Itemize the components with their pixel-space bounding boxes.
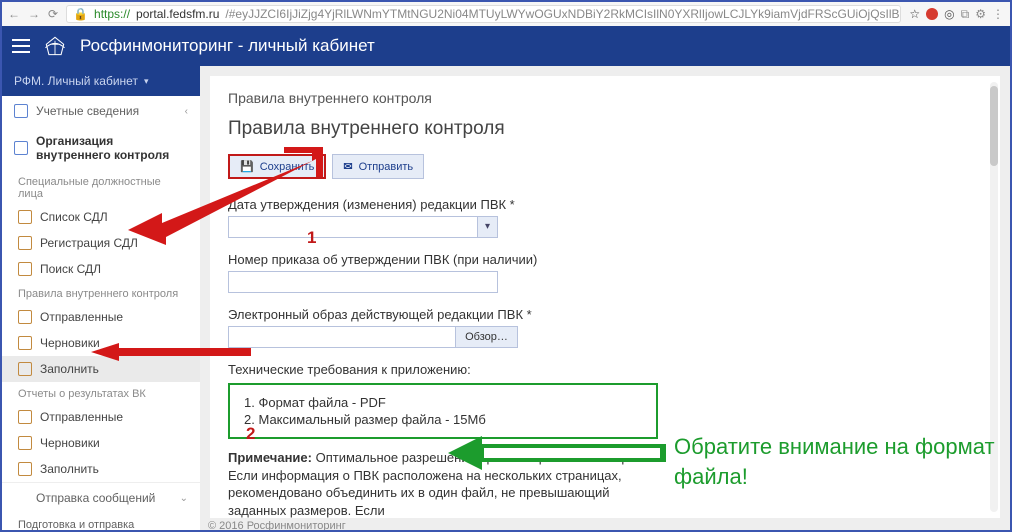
chevron-down-icon: ▾: [144, 76, 149, 87]
bookmark-icon[interactable]: ☆: [909, 7, 920, 21]
sidebar-item-vk-fill[interactable]: Заполнить: [2, 456, 200, 482]
mail-icon: ✉: [343, 160, 352, 173]
sidebar-item-vk-sent[interactable]: Отправленные: [2, 404, 200, 430]
extension-red-icon[interactable]: [926, 8, 938, 20]
footer-text: © 2016 Росфинмониторинг: [200, 518, 1010, 532]
field-label: Номер приказа об утверждении ПВК (при на…: [228, 252, 982, 267]
sidebar-section-send[interactable]: Отправка сообщений ⌄: [2, 482, 200, 513]
requirements-box: Формат файла - PDF Максимальный размер ф…: [228, 383, 658, 439]
tag-icon: [14, 141, 28, 155]
extension-gear-icon[interactable]: ⚙: [975, 7, 986, 21]
date-dropdown-button[interactable]: ▾: [477, 217, 497, 237]
button-label: Сохранить: [260, 161, 315, 173]
doc-icon: [18, 262, 32, 276]
browser-menu-icon[interactable]: ⋮: [992, 7, 1004, 21]
sidebar-item-sdl-search[interactable]: Поиск СДЛ: [2, 256, 200, 282]
section-label: Организация внутреннего контроля: [36, 134, 188, 162]
chevron-left-icon: ‹: [185, 106, 188, 117]
emblem-icon: [42, 35, 68, 57]
url-host: portal.fedsfm.ru: [136, 7, 219, 21]
breadcrumb: Правила внутреннего контроля: [228, 90, 982, 106]
date-input[interactable]: [229, 217, 477, 237]
address-bar[interactable]: 🔒 https://portal.fedsfm.ru/#eyJJZCI6IjJi…: [66, 5, 901, 23]
sidebar-item-prepare-send[interactable]: Подготовка и отправка: [2, 513, 200, 532]
section-label: Отправка сообщений: [36, 491, 155, 505]
note-text: Примечание: Оптимальное разрешение при с…: [228, 449, 648, 518]
requirement-item: Формат файла - PDF: [244, 395, 642, 410]
item-label: Заполнить: [40, 362, 99, 376]
sidebar-item-sdl-register[interactable]: Регистрация СДЛ: [2, 230, 200, 256]
requirement-item: Максимальный размер файла - 15Мб: [244, 412, 642, 427]
annotation-number-2: 2: [246, 424, 255, 444]
field-pvk-file: Электронный образ действующей редакции П…: [228, 307, 982, 348]
sidebar-item-sdl-list[interactable]: Список СДЛ: [2, 204, 200, 230]
field-approval-date: Дата утверждения (изменения) редакции ПВ…: [228, 197, 982, 238]
item-label: Отправленные: [40, 310, 123, 324]
sidebar-section-account[interactable]: Учетные сведения ‹: [2, 96, 200, 126]
note-label: Примечание:: [228, 450, 312, 465]
toolbar: 💾 Сохранить ✉ Отправить: [228, 154, 982, 179]
field-order-number: Номер приказа об утверждении ПВК (при на…: [228, 252, 982, 293]
order-number-input[interactable]: [228, 271, 498, 293]
item-label: Черновики: [40, 436, 100, 450]
url-path: /#eyJJZCI6IjJiZjg4YjRlLWNmYTMtNGU2Ni04MT…: [225, 7, 901, 21]
doc-icon: [18, 236, 32, 250]
field-label: Дата утверждения (изменения) редакции ПВ…: [228, 197, 982, 212]
sidebar: РФМ. Личный кабинет ▾ Учетные сведения ‹…: [2, 66, 200, 532]
annotation-number-1: 1: [307, 228, 316, 248]
lock-icon: 🔒: [73, 7, 88, 21]
doc-icon: [18, 410, 32, 424]
button-label: Отправить: [359, 161, 414, 173]
menu-icon[interactable]: [12, 39, 30, 53]
browser-extensions: ☆ ◎ ⧉ ⚙ ⋮: [909, 7, 1004, 22]
nav-forward-icon[interactable]: →: [28, 7, 40, 21]
sidebar-header-label: РФМ. Личный кабинет: [14, 74, 138, 88]
nav-reload-icon[interactable]: ⟳: [48, 7, 58, 21]
blank-icon: [14, 491, 28, 505]
item-label: Заполнить: [40, 462, 99, 476]
doc-icon: [18, 436, 32, 450]
item-label: Регистрация СДЛ: [40, 236, 138, 250]
sidebar-item-pvk-drafts[interactable]: Черновики: [2, 330, 200, 356]
doc-icon: [18, 462, 32, 476]
sidebar-section-internal-control[interactable]: Организация внутреннего контроля: [2, 126, 200, 170]
doc-icon: [18, 310, 32, 324]
page-title: Правила внутреннего контроля: [228, 118, 982, 140]
send-button[interactable]: ✉ Отправить: [332, 154, 424, 179]
file-path-input[interactable]: [228, 326, 456, 348]
doc-icon: [18, 336, 32, 350]
sidebar-subhead-vk-reports: Отчеты о результатах ВК: [2, 382, 200, 404]
item-label: Отправленные: [40, 410, 123, 424]
item-label: Черновики: [40, 336, 100, 350]
browser-toolbar: ← → ⟳ 🔒 https://portal.fedsfm.ru/#eyJJZC…: [2, 2, 1010, 26]
section-label: Учетные сведения: [36, 104, 139, 118]
chevron-down-icon: ⌄: [180, 493, 188, 504]
app-title: Росфинмониторинг - личный кабинет: [80, 36, 375, 56]
doc-icon: [18, 210, 32, 224]
sidebar-subhead-pvk: Правила внутреннего контроля: [2, 282, 200, 304]
extension-tab-icon[interactable]: ⧉: [961, 7, 970, 22]
save-icon: 💾: [240, 160, 254, 173]
browse-button[interactable]: Обзор…: [456, 326, 518, 348]
item-label: Поиск СДЛ: [40, 262, 101, 276]
sidebar-subhead-sdl: Специальные должностные лица: [2, 170, 200, 204]
sidebar-header[interactable]: РФМ. Личный кабинет ▾: [2, 66, 200, 96]
sidebar-item-pvk-sent[interactable]: Отправленные: [2, 304, 200, 330]
extension-opera-icon[interactable]: ◎: [944, 7, 954, 21]
requirements-heading: Технические требования к приложению:: [228, 362, 982, 377]
item-label: Список СДЛ: [40, 210, 108, 224]
annotation-callout-text: Обратите внимание на формат файла!: [674, 432, 1010, 491]
app-header: Росфинмониторинг - личный кабинет: [2, 26, 1010, 66]
date-input-combo: ▾: [228, 216, 498, 238]
scroll-thumb[interactable]: [990, 86, 998, 166]
doc-icon: [18, 362, 32, 376]
save-button[interactable]: 💾 Сохранить: [228, 154, 326, 179]
sidebar-item-vk-drafts[interactable]: Черновики: [2, 430, 200, 456]
sidebar-item-pvk-fill[interactable]: Заполнить: [2, 356, 200, 382]
nav-back-icon[interactable]: ←: [8, 7, 20, 21]
tag-icon: [14, 104, 28, 118]
field-label: Электронный образ действующей редакции П…: [228, 307, 982, 322]
